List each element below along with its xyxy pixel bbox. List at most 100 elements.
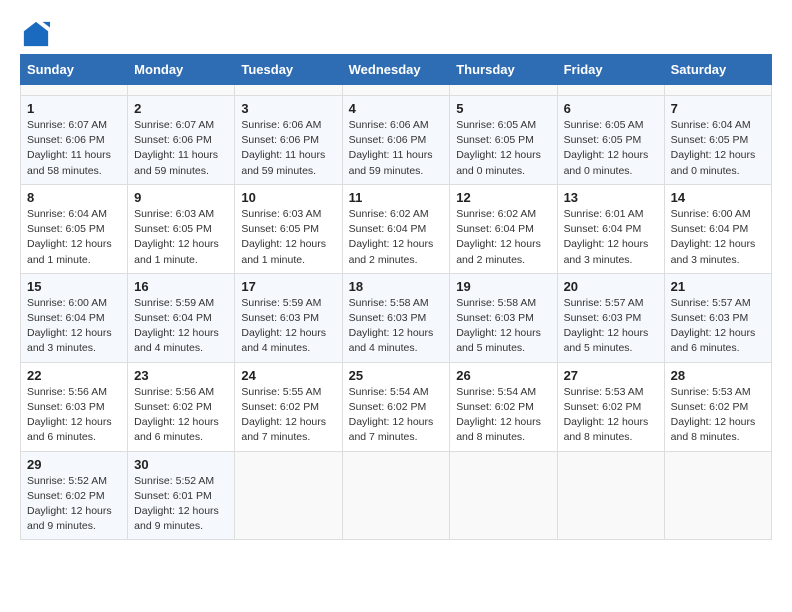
calendar-week-row: 22 Sunrise: 5:56 AM Sunset: 6:03 PM Dayl… <box>21 362 772 451</box>
calendar-cell <box>557 85 664 96</box>
calendar-cell: 11 Sunrise: 6:02 AM Sunset: 6:04 PM Dayl… <box>342 184 450 273</box>
calendar-cell: 15 Sunrise: 6:00 AM Sunset: 6:04 PM Dayl… <box>21 273 128 362</box>
calendar-cell: 18 Sunrise: 5:58 AM Sunset: 6:03 PM Dayl… <box>342 273 450 362</box>
day-number: 30 <box>134 457 228 472</box>
calendar-cell: 14 Sunrise: 6:00 AM Sunset: 6:04 PM Dayl… <box>664 184 771 273</box>
day-info: Sunrise: 5:52 AM Sunset: 6:02 PM Dayligh… <box>27 475 112 533</box>
column-header-friday: Friday <box>557 55 664 85</box>
day-number: 22 <box>27 368 121 383</box>
column-header-thursday: Thursday <box>450 55 557 85</box>
calendar-table: SundayMondayTuesdayWednesdayThursdayFrid… <box>20 54 772 540</box>
day-number: 12 <box>456 190 550 205</box>
day-number: 24 <box>241 368 335 383</box>
day-info: Sunrise: 6:02 AM Sunset: 6:04 PM Dayligh… <box>456 208 541 266</box>
calendar-cell: 6 Sunrise: 6:05 AM Sunset: 6:05 PM Dayli… <box>557 96 664 185</box>
calendar-cell <box>450 85 557 96</box>
day-info: Sunrise: 6:06 AM Sunset: 6:06 PM Dayligh… <box>241 119 325 177</box>
day-info: Sunrise: 5:54 AM Sunset: 6:02 PM Dayligh… <box>456 386 541 444</box>
calendar-week-row: 15 Sunrise: 6:00 AM Sunset: 6:04 PM Dayl… <box>21 273 772 362</box>
day-number: 27 <box>564 368 658 383</box>
day-info: Sunrise: 6:04 AM Sunset: 6:05 PM Dayligh… <box>671 119 756 177</box>
calendar-cell <box>235 451 342 540</box>
day-info: Sunrise: 6:04 AM Sunset: 6:05 PM Dayligh… <box>27 208 112 266</box>
day-number: 6 <box>564 101 658 116</box>
day-number: 14 <box>671 190 765 205</box>
calendar-cell <box>21 85 128 96</box>
calendar-cell: 2 Sunrise: 6:07 AM Sunset: 6:06 PM Dayli… <box>128 96 235 185</box>
calendar-cell: 21 Sunrise: 5:57 AM Sunset: 6:03 PM Dayl… <box>664 273 771 362</box>
calendar-cell: 12 Sunrise: 6:02 AM Sunset: 6:04 PM Dayl… <box>450 184 557 273</box>
calendar-cell: 23 Sunrise: 5:56 AM Sunset: 6:02 PM Dayl… <box>128 362 235 451</box>
calendar-cell: 16 Sunrise: 5:59 AM Sunset: 6:04 PM Dayl… <box>128 273 235 362</box>
day-number: 7 <box>671 101 765 116</box>
calendar-cell: 17 Sunrise: 5:59 AM Sunset: 6:03 PM Dayl… <box>235 273 342 362</box>
day-number: 18 <box>349 279 444 294</box>
calendar-cell: 4 Sunrise: 6:06 AM Sunset: 6:06 PM Dayli… <box>342 96 450 185</box>
day-number: 21 <box>671 279 765 294</box>
calendar-header-row: SundayMondayTuesdayWednesdayThursdayFrid… <box>21 55 772 85</box>
day-number: 17 <box>241 279 335 294</box>
day-info: Sunrise: 5:54 AM Sunset: 6:02 PM Dayligh… <box>349 386 434 444</box>
day-info: Sunrise: 5:57 AM Sunset: 6:03 PM Dayligh… <box>564 297 649 355</box>
calendar-cell: 20 Sunrise: 5:57 AM Sunset: 6:03 PM Dayl… <box>557 273 664 362</box>
day-info: Sunrise: 6:03 AM Sunset: 6:05 PM Dayligh… <box>241 208 326 266</box>
day-number: 10 <box>241 190 335 205</box>
calendar-cell: 8 Sunrise: 6:04 AM Sunset: 6:05 PM Dayli… <box>21 184 128 273</box>
day-info: Sunrise: 5:56 AM Sunset: 6:03 PM Dayligh… <box>27 386 112 444</box>
day-info: Sunrise: 6:00 AM Sunset: 6:04 PM Dayligh… <box>671 208 756 266</box>
day-number: 26 <box>456 368 550 383</box>
calendar-cell: 5 Sunrise: 6:05 AM Sunset: 6:05 PM Dayli… <box>450 96 557 185</box>
calendar-cell: 28 Sunrise: 5:53 AM Sunset: 6:02 PM Dayl… <box>664 362 771 451</box>
calendar-cell: 9 Sunrise: 6:03 AM Sunset: 6:05 PM Dayli… <box>128 184 235 273</box>
day-info: Sunrise: 5:57 AM Sunset: 6:03 PM Dayligh… <box>671 297 756 355</box>
calendar-cell: 29 Sunrise: 5:52 AM Sunset: 6:02 PM Dayl… <box>21 451 128 540</box>
calendar-cell <box>557 451 664 540</box>
calendar-cell: 27 Sunrise: 5:53 AM Sunset: 6:02 PM Dayl… <box>557 362 664 451</box>
day-number: 2 <box>134 101 228 116</box>
calendar-cell: 26 Sunrise: 5:54 AM Sunset: 6:02 PM Dayl… <box>450 362 557 451</box>
column-header-sunday: Sunday <box>21 55 128 85</box>
day-info: Sunrise: 6:00 AM Sunset: 6:04 PM Dayligh… <box>27 297 112 355</box>
day-number: 28 <box>671 368 765 383</box>
calendar-cell: 13 Sunrise: 6:01 AM Sunset: 6:04 PM Dayl… <box>557 184 664 273</box>
column-header-saturday: Saturday <box>664 55 771 85</box>
day-info: Sunrise: 5:53 AM Sunset: 6:02 PM Dayligh… <box>564 386 649 444</box>
calendar-cell: 10 Sunrise: 6:03 AM Sunset: 6:05 PM Dayl… <box>235 184 342 273</box>
column-header-tuesday: Tuesday <box>235 55 342 85</box>
calendar-cell: 25 Sunrise: 5:54 AM Sunset: 6:02 PM Dayl… <box>342 362 450 451</box>
calendar-week-row: 8 Sunrise: 6:04 AM Sunset: 6:05 PM Dayli… <box>21 184 772 273</box>
calendar-cell <box>664 451 771 540</box>
day-info: Sunrise: 6:07 AM Sunset: 6:06 PM Dayligh… <box>27 119 111 177</box>
day-number: 9 <box>134 190 228 205</box>
day-number: 1 <box>27 101 121 116</box>
calendar-week-row: 1 Sunrise: 6:07 AM Sunset: 6:06 PM Dayli… <box>21 96 772 185</box>
column-header-wednesday: Wednesday <box>342 55 450 85</box>
day-info: Sunrise: 5:58 AM Sunset: 6:03 PM Dayligh… <box>349 297 434 355</box>
day-number: 11 <box>349 190 444 205</box>
calendar-cell: 24 Sunrise: 5:55 AM Sunset: 6:02 PM Dayl… <box>235 362 342 451</box>
day-info: Sunrise: 5:59 AM Sunset: 6:03 PM Dayligh… <box>241 297 326 355</box>
day-info: Sunrise: 6:05 AM Sunset: 6:05 PM Dayligh… <box>456 119 541 177</box>
calendar-cell: 30 Sunrise: 5:52 AM Sunset: 6:01 PM Dayl… <box>128 451 235 540</box>
day-info: Sunrise: 5:53 AM Sunset: 6:02 PM Dayligh… <box>671 386 756 444</box>
day-info: Sunrise: 6:03 AM Sunset: 6:05 PM Dayligh… <box>134 208 219 266</box>
day-info: Sunrise: 6:06 AM Sunset: 6:06 PM Dayligh… <box>349 119 433 177</box>
calendar-cell: 22 Sunrise: 5:56 AM Sunset: 6:03 PM Dayl… <box>21 362 128 451</box>
day-number: 4 <box>349 101 444 116</box>
day-info: Sunrise: 6:05 AM Sunset: 6:05 PM Dayligh… <box>564 119 649 177</box>
day-number: 16 <box>134 279 228 294</box>
calendar-cell <box>342 451 450 540</box>
logo <box>20 20 50 44</box>
page-header <box>20 20 772 44</box>
day-number: 3 <box>241 101 335 116</box>
day-info: Sunrise: 5:52 AM Sunset: 6:01 PM Dayligh… <box>134 475 219 533</box>
calendar-cell <box>342 85 450 96</box>
calendar-cell <box>450 451 557 540</box>
calendar-week-row <box>21 85 772 96</box>
day-number: 13 <box>564 190 658 205</box>
calendar-cell: 7 Sunrise: 6:04 AM Sunset: 6:05 PM Dayli… <box>664 96 771 185</box>
calendar-cell <box>128 85 235 96</box>
day-info: Sunrise: 6:02 AM Sunset: 6:04 PM Dayligh… <box>349 208 434 266</box>
day-number: 15 <box>27 279 121 294</box>
day-number: 20 <box>564 279 658 294</box>
